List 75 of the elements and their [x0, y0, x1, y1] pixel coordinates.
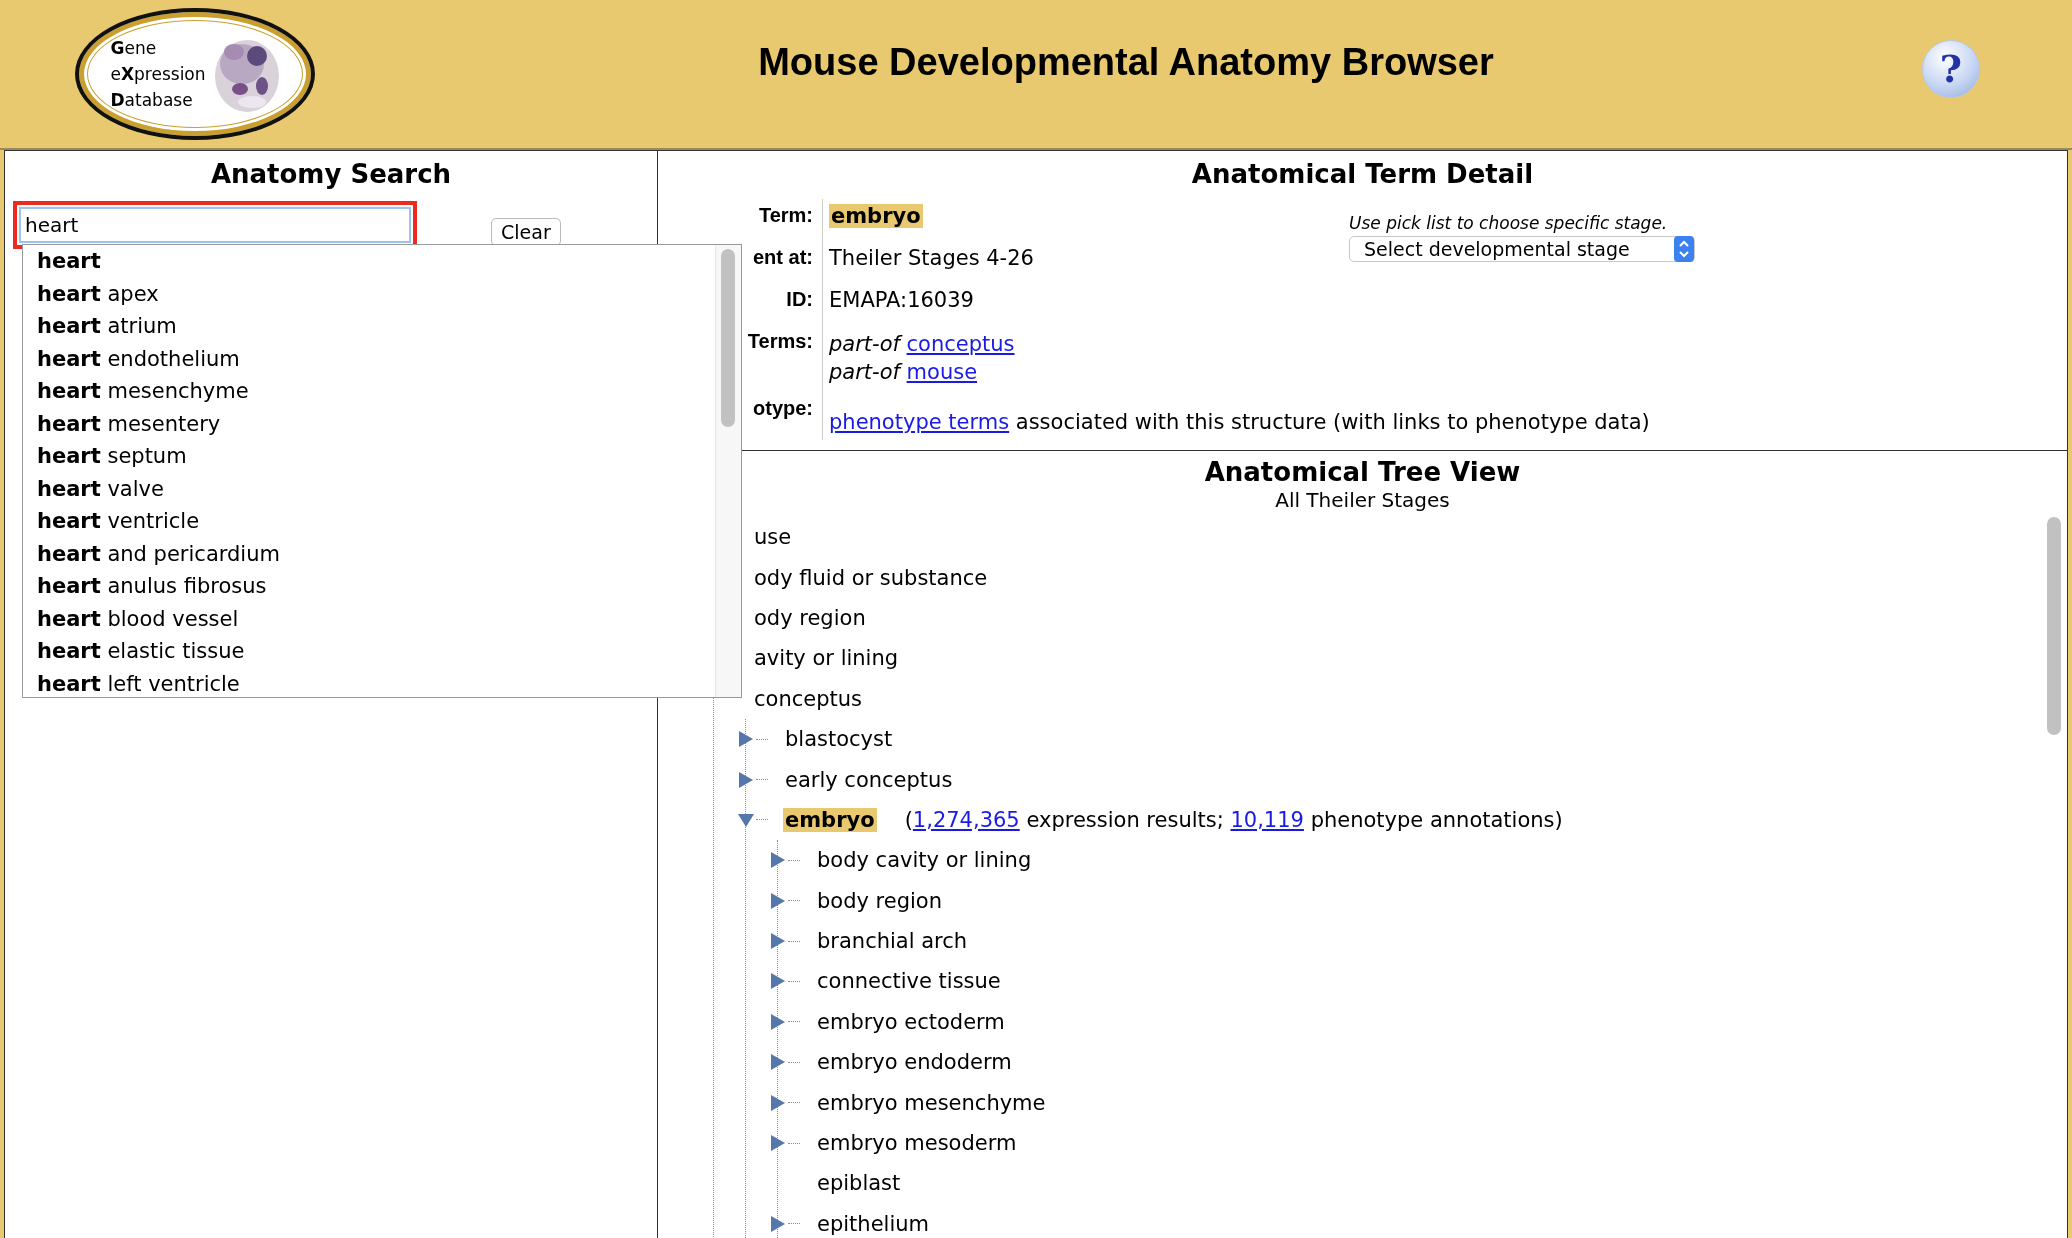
expanded-triangle-icon[interactable] [738, 811, 754, 828]
scrollbar[interactable] [721, 249, 735, 427]
tree-node-label[interactable]: ody region [752, 605, 868, 630]
collapsed-triangle-icon[interactable] [770, 852, 786, 869]
collapsed-triangle-icon[interactable] [770, 933, 786, 950]
tree-node-label[interactable]: branchial arch [815, 929, 970, 954]
count-link[interactable]: 10,119 [1230, 807, 1304, 832]
chevron-icon [1674, 236, 1694, 262]
suggestion-item[interactable]: heart valve [37, 472, 715, 505]
search-field[interactable]: heart [19, 207, 411, 243]
count-link[interactable]: 1,274,365 [912, 807, 1020, 832]
suggestion-item[interactable]: heart septum [37, 440, 715, 473]
suggestion-item[interactable]: heart atrium [37, 310, 715, 343]
collapsed-triangle-icon[interactable] [770, 1215, 786, 1232]
phenotype-link[interactable]: phenotype terms [829, 410, 1010, 434]
phenotype-sentence: phenotype terms associated with this structure (with links to phenotype data) [829, 410, 1651, 434]
scrollbar[interactable] [2047, 517, 2061, 735]
panel-subtitle: All Theiler Stages [1274, 487, 1451, 513]
suggestion-item[interactable]: heart apex [37, 277, 715, 310]
collapsed-triangle-icon[interactable] [770, 1135, 786, 1152]
logo-text: Gene eXpression Database [109, 37, 206, 112]
term-link[interactable]: conceptus [906, 332, 1015, 356]
suggestion-item[interactable]: heart [37, 245, 715, 278]
field-label: Term: [758, 204, 813, 226]
help-button[interactable]: ? [1922, 40, 1980, 98]
clear-button[interactable]: Clear [491, 218, 561, 246]
tree-node-label[interactable]: embryo endoderm [815, 1050, 1014, 1075]
tree-node-label[interactable]: ody fluid or substance [752, 565, 990, 590]
collapsed-triangle-icon[interactable] [770, 973, 786, 990]
suggestion-item[interactable]: heart elastic tissue [37, 635, 715, 668]
tree-node-label[interactable]: early conceptus [783, 767, 955, 792]
tree-node-label[interactable]: body cavity or lining [815, 848, 1034, 873]
tree-node-label[interactable]: epiblast [815, 1171, 903, 1196]
field-value: EMAPA:16039 [829, 288, 975, 312]
collapsed-triangle-icon[interactable] [770, 892, 786, 909]
suggestion-item[interactable]: heart mesenchyme [37, 375, 715, 408]
collapsed-triangle-icon[interactable] [738, 731, 754, 748]
tree-node-label[interactable]: embryo mesenchyme [815, 1090, 1048, 1115]
relation-line: part-of mouse [829, 359, 979, 386]
term-link[interactable]: mouse [906, 360, 978, 384]
field-label: ID: [786, 288, 813, 310]
field-label: ent at: [753, 246, 813, 268]
tree-node-label[interactable]: avity or lining [752, 646, 901, 671]
tree-node-label[interactable]: embryo mesoderm [815, 1131, 1019, 1156]
tree-node-label[interactable]: embryo [783, 807, 877, 832]
field-value: Theiler Stages 4-26 [829, 246, 1035, 270]
collapsed-triangle-icon[interactable] [770, 1013, 786, 1030]
result-summary: (1,274,365 expression results; 10,119 phenotype annotations) [904, 807, 1563, 832]
suggestion-item[interactable]: heart ventricle [37, 505, 715, 538]
field-label: Terms: [747, 330, 813, 352]
tree-node-label[interactable]: blastocyst [783, 727, 895, 752]
tree-node-label[interactable]: use [752, 525, 794, 550]
suggestion-item[interactable]: heart blood vessel [37, 602, 715, 635]
suggestion-item[interactable]: heart left ventricle [37, 667, 715, 700]
suggestion-item[interactable]: heart and pericardium [37, 537, 715, 570]
term-name: embryo [829, 204, 923, 228]
collapsed-triangle-icon[interactable] [738, 771, 754, 788]
tree-node-label[interactable]: epithelium [815, 1211, 931, 1236]
field-label: otype: [753, 397, 813, 419]
panel-title: Anatomical Term Detail [1190, 158, 1535, 191]
relation-line: part-of conceptus [829, 331, 1016, 358]
panel-title: Anatomical Tree View [1203, 457, 1522, 487]
collapsed-triangle-icon[interactable] [770, 1054, 786, 1071]
panel-title: Anatomy Search [209, 158, 453, 191]
suggestion-item[interactable]: heart anulus fibrosus [37, 570, 715, 603]
suggestion-item[interactable]: heart endothelium [37, 342, 715, 375]
tree-node-label[interactable]: conceptus [752, 686, 864, 711]
tree-node-label[interactable]: connective tissue [815, 969, 1003, 994]
tree-node-label[interactable]: body region [815, 888, 945, 913]
collapsed-triangle-icon[interactable] [770, 1094, 786, 1111]
tree-node-label[interactable]: embryo ectoderm [815, 1009, 1007, 1034]
app-title: Mouse Developmental Anatomy Browser [757, 40, 1495, 85]
suggestion-item[interactable]: heart mesentery [37, 407, 715, 440]
picker-hint: Use pick list to choose specific stage. [1349, 213, 1669, 233]
stage-select[interactable]: Select developmental stage [1349, 236, 1695, 262]
